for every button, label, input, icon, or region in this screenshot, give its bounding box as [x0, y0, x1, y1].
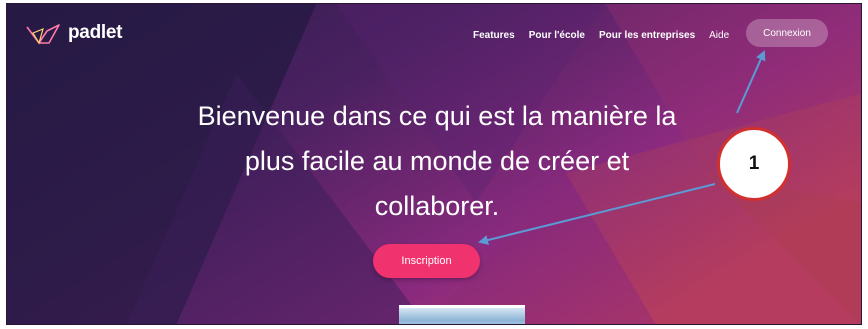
padlet-logo[interactable]: padlet: [25, 21, 122, 45]
headline-line-2: plus facile au monde de créer et: [244, 146, 630, 176]
brand-name: padlet: [68, 22, 123, 43]
nav-item-pour-lecole[interactable]: Pour l'école: [529, 30, 585, 41]
nav-item-pour-les-entreprises[interactable]: Pour les entreprises: [599, 30, 695, 41]
login-button[interactable]: Connexion: [746, 19, 828, 47]
headline-line-1: Bienvenue dans ce qui est la manière la: [197, 101, 677, 131]
headline-line-3: collaborer.: [374, 191, 500, 221]
padlet-origami-logo-icon: [26, 24, 60, 45]
preview-card-right: [525, 324, 635, 325]
nav-item-features[interactable]: Features: [473, 30, 515, 41]
preview-card-left: [182, 324, 399, 325]
preview-image: [399, 305, 525, 324]
top-navigation: Features Pour l'école Pour les entrepris…: [473, 30, 729, 41]
nav-item-aide[interactable]: Aide: [709, 30, 729, 41]
hero-headline: Bienvenue dans ce qui est la manière la …: [117, 94, 757, 229]
annotation-badge-1: 1: [717, 127, 791, 201]
signup-button[interactable]: Inscription: [373, 244, 480, 278]
